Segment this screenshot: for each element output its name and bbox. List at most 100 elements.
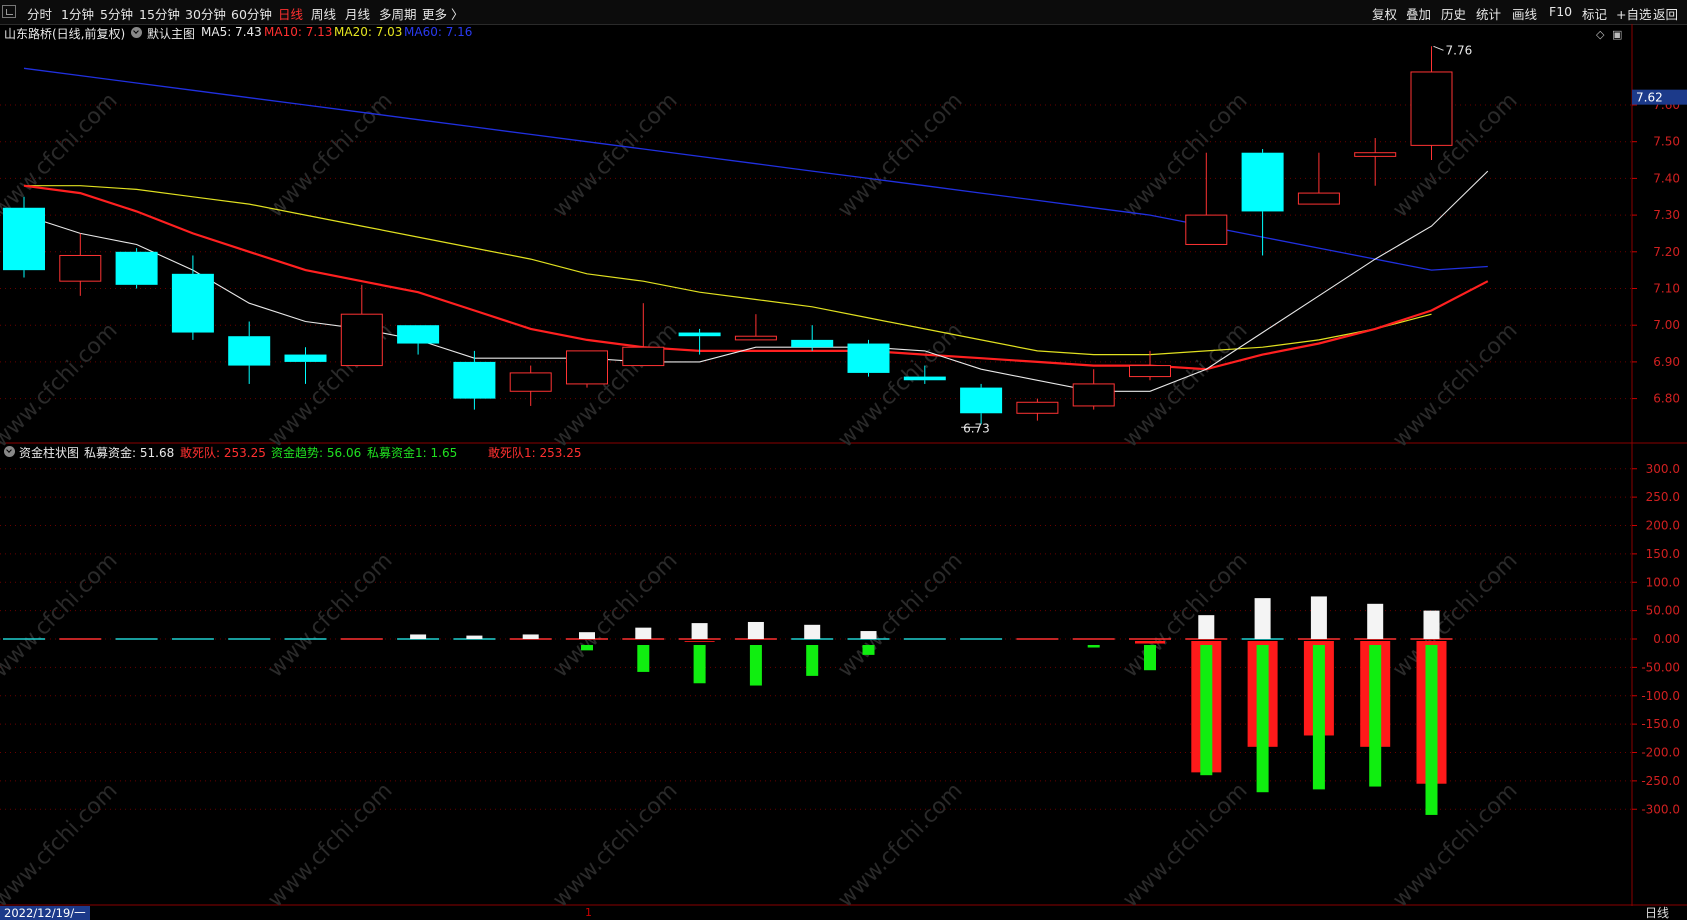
price-tick-label: 7.30 <box>1653 208 1680 222</box>
candle-body-down <box>284 354 327 362</box>
watermark-text: www.cfchi.com <box>263 778 397 906</box>
fund-tick-label: 200.0 <box>1646 519 1680 533</box>
fund-bar-green <box>1087 645 1100 648</box>
date-cursor-label: 2022/12/19/一 <box>0 906 90 920</box>
fund-bar-green <box>581 645 593 651</box>
candle-body-down <box>903 376 946 381</box>
fund-bar-white <box>1367 603 1384 639</box>
candle-body-up <box>340 313 383 367</box>
fund-bar-green <box>1256 645 1269 793</box>
watermark-text: www.cfchi.com <box>263 548 397 682</box>
chart-labels: 7.76 6.73 7.62 <box>961 43 1687 435</box>
fund-bar-green <box>1312 645 1325 790</box>
candle-body-up <box>1129 365 1171 378</box>
watermark-text: www.cfchi.com <box>1118 548 1252 682</box>
price-tick-label: 7.00 <box>1653 318 1680 332</box>
candle-body-down <box>397 325 440 344</box>
watermark-text: www.cfchi.com <box>548 88 682 222</box>
fund-tick-label: 300.0 <box>1646 462 1680 476</box>
fund-bar-green <box>1200 645 1213 776</box>
fund-bar-green <box>693 645 706 684</box>
high-pointer <box>1433 45 1444 51</box>
candle-body-down <box>847 343 890 373</box>
watermark-text: www.cfchi.com <box>1388 318 1522 452</box>
candle-body-down <box>960 387 1003 414</box>
fund-bar-green <box>1425 645 1438 815</box>
watermark-text: www.cfchi.com <box>833 318 967 452</box>
watermark-text: www.cfchi.com <box>0 88 123 222</box>
watermark: www.cfchi.com www.cfchi.com www.cfchi.com w… <box>0 88 1523 906</box>
current-price-label: 7.62 <box>1636 91 1663 105</box>
fund-bar-green <box>806 645 819 676</box>
fund-bar-green <box>1144 645 1156 671</box>
candle-body-up <box>1297 192 1340 205</box>
fund-bar-red <box>684 641 715 642</box>
fund-bar-green <box>862 645 875 655</box>
fund-tick-label: 150.0 <box>1646 547 1680 561</box>
fund-bar-white <box>1254 598 1271 639</box>
footer-marker: 1 <box>585 906 592 919</box>
low-price-label: 6.73 <box>963 421 990 435</box>
candle-body-up <box>509 372 552 392</box>
fund-tick-label: -150.0 <box>1641 717 1680 731</box>
fund-tick-label: 250.0 <box>1646 490 1680 504</box>
watermark-text: www.cfchi.com <box>0 318 123 452</box>
fund-tick-label: -200.0 <box>1641 746 1680 760</box>
fund-bar-white <box>1310 596 1327 639</box>
kline-chart[interactable]: www.cfchi.com www.cfchi.com www.cfchi.com w… <box>0 0 1687 906</box>
candle-body-up <box>1016 401 1059 414</box>
fund-bar-white <box>860 631 877 639</box>
watermark-text: www.cfchi.com <box>548 548 682 682</box>
fund-tick-label: -300.0 <box>1641 802 1680 816</box>
watermark-text: www.cfchi.com <box>1388 548 1522 682</box>
fund-bar-white <box>1423 610 1440 639</box>
fund-tick-label: -100.0 <box>1641 689 1680 703</box>
candle-body-up <box>59 254 102 282</box>
watermark-text: www.cfchi.com <box>1118 778 1252 906</box>
fund-bar-red <box>1135 641 1165 644</box>
fund-bar-white <box>635 627 652 639</box>
fund-bar-white <box>747 621 764 639</box>
price-tick-label: 7.50 <box>1653 135 1680 149</box>
candle-body-up <box>1410 71 1453 146</box>
fund-bar-white <box>410 634 427 639</box>
fund-bar-white <box>1198 615 1215 639</box>
fund-bar-white <box>579 632 595 639</box>
watermark-text: www.cfchi.com <box>833 88 967 222</box>
watermark-text: www.cfchi.com <box>1118 88 1252 222</box>
watermark-text: www.cfchi.com <box>548 778 682 906</box>
fund-bar-green <box>637 645 650 672</box>
period-tab[interactable]: 日线 <box>1645 906 1669 920</box>
fund-bar-green <box>1369 645 1382 787</box>
price-tick-label: 7.20 <box>1653 245 1680 259</box>
watermark-text: www.cfchi.com <box>1118 318 1252 452</box>
fund-tick-label: 0.00 <box>1653 632 1680 646</box>
candle-body-up <box>1354 152 1397 157</box>
candle-body-down <box>171 273 214 333</box>
watermark-text: www.cfchi.com <box>833 548 967 682</box>
price-axis: 7.607.507.407.307.207.107.006.906.80300.… <box>1632 98 1680 816</box>
fund-tick-label: -250.0 <box>1641 774 1680 788</box>
fund-bar-white <box>466 635 483 639</box>
candle-body-up <box>622 346 665 367</box>
candle-body-up <box>734 335 777 341</box>
candle-body-down <box>791 339 834 348</box>
fund-tick-label: 50.00 <box>1646 604 1680 618</box>
fund-tick-label: -50.00 <box>1641 660 1680 674</box>
candle-body-down <box>453 361 496 399</box>
candle-body-down <box>3 207 45 271</box>
price-tick-label: 7.10 <box>1653 282 1680 296</box>
fund-tick-label: 100.0 <box>1646 575 1680 589</box>
fund-bar-green <box>749 645 762 686</box>
fund-bar-white <box>691 623 708 639</box>
candle-body-up <box>566 350 608 385</box>
price-tick-label: 6.90 <box>1653 355 1680 369</box>
candle-body-down <box>1241 152 1284 212</box>
watermark-text: www.cfchi.com <box>548 318 682 452</box>
fund-bar-white <box>804 624 821 639</box>
ma20-line <box>24 185 1432 356</box>
fund-bar-white <box>522 634 539 639</box>
watermark-text: www.cfchi.com <box>0 778 123 906</box>
candle-body-down <box>678 332 721 337</box>
candle-body-up <box>1185 214 1228 245</box>
